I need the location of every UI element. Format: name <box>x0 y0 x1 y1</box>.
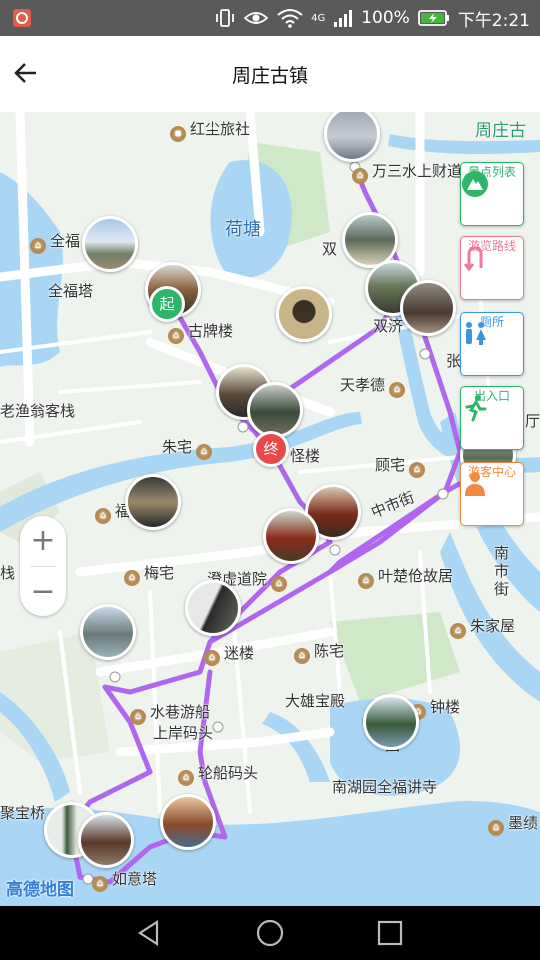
map-label-yuwengke: 老渔翁客栈 <box>0 402 76 420</box>
hotel-icon: ▪ <box>170 126 186 142</box>
battery-icon <box>417 10 449 26</box>
map-label-zhouzhuang: 周庄古 <box>475 121 526 141</box>
map-label-hetang: 荷塘 <box>225 219 261 240</box>
map-base <box>0 112 540 906</box>
scenic-thumbnail[interactable] <box>82 216 138 272</box>
map-label-guailou: 怪楼 <box>290 447 321 465</box>
visitor-center-button[interactable]: 游客中心 <box>460 462 524 526</box>
zoom-out-button[interactable]: − <box>20 567 66 617</box>
scenic-thumbnail[interactable] <box>263 508 319 564</box>
eye-icon <box>243 12 269 24</box>
network-type: 4G <box>311 12 326 24</box>
battery-percent: 100% <box>361 8 410 28</box>
poi-icon: ⌂ <box>196 444 213 460</box>
map-label-shuangji: 双济 <box>373 317 404 335</box>
poi-icon: ⌂ <box>168 328 184 344</box>
map-label-zhuzhai: 朱宅 ⌂ <box>162 436 216 460</box>
amap-logo: 高德地图 <box>6 880 74 900</box>
poi-icon: ⌂ <box>389 382 406 398</box>
poi-icon: ⌂ <box>124 570 140 586</box>
map-label-shuang: 双 <box>322 240 338 258</box>
poi-icon: ⌂ <box>92 876 108 892</box>
poi-icon: ⌂ <box>30 238 46 254</box>
map-label-nanhuyuan: 南湖园全福讲寺 <box>332 778 438 796</box>
clock: 下午2:21 <box>457 10 530 31</box>
route-start-marker[interactable]: 起 <box>149 286 185 322</box>
tour-route-button[interactable]: 游览路线 <box>460 236 524 300</box>
visitor-icon <box>465 472 485 496</box>
scenic-thumbnail[interactable] <box>247 382 303 438</box>
system-nav-bar <box>0 906 540 960</box>
scenic-thumbnail[interactable] <box>400 280 456 336</box>
route-icon <box>463 246 483 272</box>
map-label-daxiong: 大雄宝殿 <box>285 692 346 710</box>
zoom-in-button[interactable]: + <box>20 516 66 566</box>
map-label-chenzhai: ⌂ 陈宅 <box>294 640 344 664</box>
map-label-quanfuta: 全福塔 <box>48 282 94 300</box>
scenic-thumbnail[interactable] <box>185 580 241 636</box>
scenic-list-button[interactable]: 景点列表 <box>460 162 524 226</box>
mountain-icon <box>462 171 488 197</box>
map-label-gupailou: ⌂ 古牌楼 <box>168 320 233 344</box>
recents-nav-icon[interactable] <box>375 918 405 948</box>
signal-icon <box>334 10 353 27</box>
map-label-wansan: ⌂ 万三水上财道 <box>352 160 462 184</box>
poi-icon: ⌂ <box>130 709 146 725</box>
map-label-zhang: 张 <box>446 352 462 370</box>
poi-icon: ⌂ <box>178 770 194 786</box>
map-view[interactable]: ▪ 红尘旅社 周庄古 荷塘 ⌂ 万三水上财道 ⌂ 全福 双 全福塔 ⌂ 古牌楼 双济 张… <box>0 112 540 906</box>
scenic-thumbnail[interactable] <box>80 604 136 660</box>
map-label-guzhai: 顾宅 ⌂ <box>375 454 429 478</box>
route-end-marker[interactable]: 终 <box>253 431 289 467</box>
home-nav-icon[interactable] <box>255 918 285 948</box>
zoom-control: + − <box>20 516 66 616</box>
scenic-thumbnail[interactable] <box>160 794 216 850</box>
poi-icon: ⌂ <box>294 648 310 664</box>
map-label-shangan: 上岸码头 <box>153 724 214 742</box>
walk-icon <box>465 395 487 422</box>
map-label-zhujiawu: ⌂ 朱家屋 <box>450 615 515 639</box>
map-label-ruyita: ⌂ 如意塔 <box>92 868 157 892</box>
page-title: 周庄古镇 <box>231 65 308 87</box>
restroom-button[interactable]: 厕所 <box>460 312 524 376</box>
app-bar: 周庄古镇 <box>0 36 540 113</box>
poi-icon: ⌂ <box>409 462 426 478</box>
map-label-nanshijie: 南市街 <box>494 544 510 598</box>
poi-icon: ⌂ <box>488 820 504 836</box>
map-label-yechuzhe: ⌂ 叶楚伧故居 <box>358 565 453 589</box>
map-label-lunchuan: ⌂ 轮船码头 <box>178 762 258 786</box>
map-label-ting: 厅 <box>525 412 540 430</box>
map-label-moji: ⌂ 墨绩 <box>488 812 538 836</box>
scenic-thumbnail[interactable] <box>276 286 332 342</box>
poi-icon: ⌂ <box>204 650 220 666</box>
map-label-zhan: 栈 <box>0 564 16 582</box>
restroom-icon <box>466 322 486 345</box>
map-label-hongshe: ▪ 红尘旅社 <box>170 118 250 142</box>
map-label-milou: ⌂ 迷楼 <box>204 642 254 666</box>
scenic-thumbnail[interactable] <box>125 474 181 530</box>
poi-icon: ⌂ <box>271 576 288 592</box>
vibrate-icon <box>216 9 234 27</box>
map-label-quanfu: ⌂ 全福 <box>30 230 80 254</box>
back-nav-icon[interactable] <box>135 918 165 948</box>
poi-icon: ⌂ <box>352 168 368 184</box>
map-label-tianxiaode: 天孝德 ⌂ <box>340 374 409 398</box>
wifi-icon <box>277 9 303 28</box>
status-bar: 4G 100% 下午2:21 <box>0 0 540 36</box>
poi-icon: ⌂ <box>450 623 466 639</box>
entrance-exit-button[interactable]: 出入口 <box>460 386 524 450</box>
map-label-meizhai: ⌂ 梅宅 <box>124 562 174 586</box>
scenic-thumbnail[interactable] <box>363 694 419 750</box>
poi-icon: ⌂ <box>358 573 374 589</box>
notification-icon <box>13 9 31 27</box>
scenic-thumbnail[interactable] <box>78 812 134 868</box>
poi-icon: ⌂ <box>95 508 111 524</box>
